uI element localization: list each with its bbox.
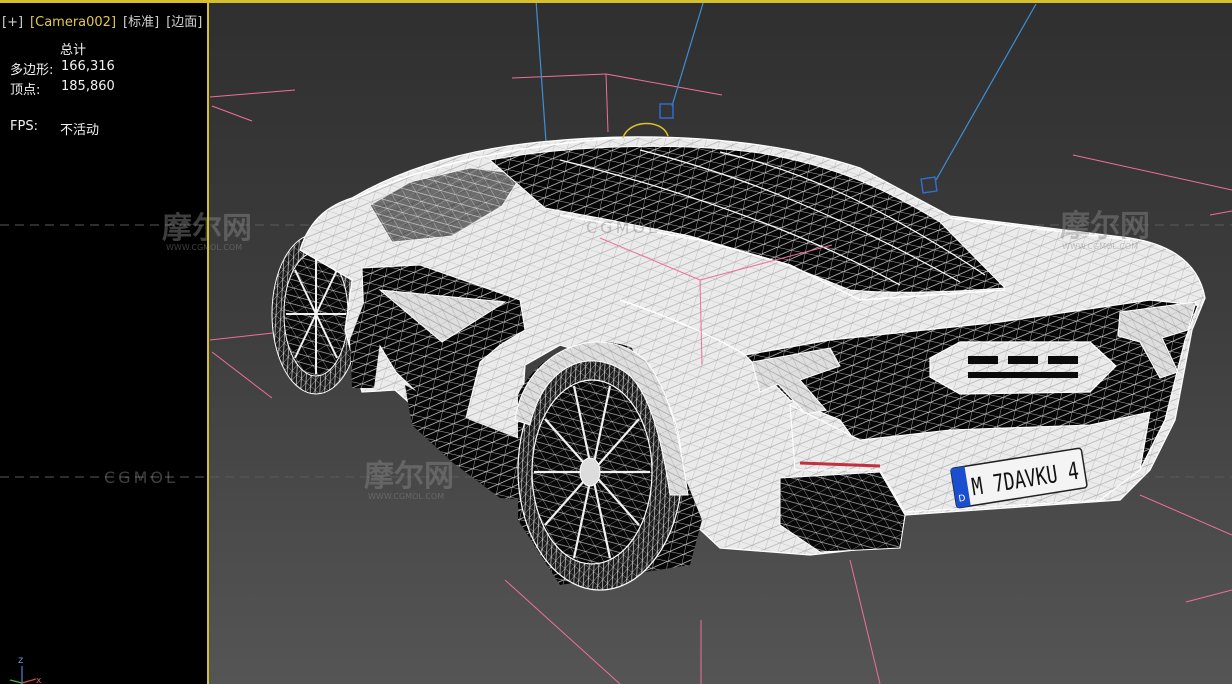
watermark-url: WWW.CGMOL.COM: [368, 492, 444, 501]
stats-vertices-label: 顶点:: [10, 83, 41, 98]
light-target-line[interactable]: [535, 0, 547, 143]
center-light-bar: [929, 341, 1117, 395]
watermark-url: WWW.CGMOL.COM: [166, 243, 242, 252]
light-icon[interactable]: [920, 176, 938, 194]
safe-frame-border: [207, 0, 209, 684]
viewport-edges-menu[interactable]: [边面]: [166, 15, 202, 30]
rear-hub: [579, 457, 601, 487]
axis-y-line: [9, 679, 23, 684]
helper-line: [1139, 494, 1232, 536]
helper-line: [605, 73, 609, 133]
helper-line: [605, 73, 723, 96]
stats-fps-label: FPS:: [10, 119, 38, 134]
helper-line: [1072, 154, 1232, 191]
watermark-url: WWW.CGMOL.COM: [1062, 242, 1138, 251]
helper-line: [211, 351, 273, 399]
stats-vertices-value: 185,860: [61, 79, 115, 94]
axis-gizmo: z x: [9, 655, 42, 684]
stats-fps-value: 不活动: [60, 123, 100, 138]
light-target-line[interactable]: [671, 0, 705, 107]
viewport-label-menu: [+] [Camera002] [标准] [边面]: [2, 11, 209, 30]
selection-arc: [622, 122, 669, 139]
helper-line: [211, 105, 253, 122]
viewport-shading-menu[interactable]: [标准]: [123, 15, 159, 30]
light-icon[interactable]: [659, 103, 674, 119]
helper-line: [504, 579, 621, 684]
watermark-brand: CGMOL: [104, 468, 178, 487]
active-viewport-border-top: [0, 0, 1232, 3]
stats-polygons-label: 多边形:: [10, 63, 54, 78]
viewport-camera-menu[interactable]: [Camera002]: [30, 15, 116, 30]
helper-line: [209, 89, 296, 98]
viewport-plus-menu[interactable]: [+]: [2, 15, 23, 30]
helper-line: [1185, 589, 1232, 603]
helper-line: [511, 73, 607, 79]
viewport-scene[interactable]: D M 7DAVKU 4 摩尔网 WWW.CGMOL.COM 摩尔网 WWW.C…: [0, 0, 1232, 684]
axis-x-label: x: [36, 676, 42, 684]
watermark-logo: 摩尔网: [364, 459, 454, 494]
watermark-brand: CGMOL: [586, 218, 660, 237]
watermark-logo: 摩尔网: [1060, 209, 1150, 244]
stats-polygons-value: 166,316: [61, 59, 115, 74]
axis-z-label: z: [18, 655, 23, 666]
helper-line: [1209, 210, 1232, 216]
stats-header: 总计: [60, 43, 87, 58]
light-target-line[interactable]: [935, 3, 1037, 181]
axis-x-line: [21, 678, 37, 684]
helper-line: [209, 331, 283, 341]
helper-line: [849, 559, 881, 684]
